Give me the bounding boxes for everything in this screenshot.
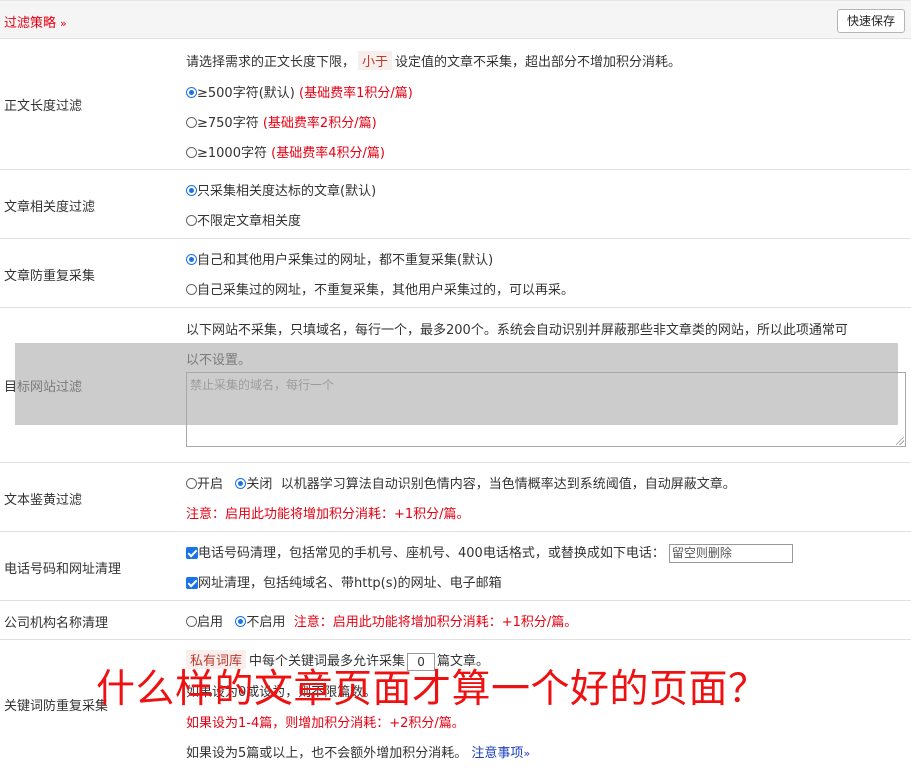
chevron-down-icon: » (523, 747, 531, 760)
dedupe-option-all[interactable]: 自己和其他用户采集过的网址，都不重复采集(默认) (186, 249, 493, 268)
relevance-option-any[interactable]: 不限定文章相关度 (186, 210, 301, 229)
blocked-domains-textarea[interactable]: 禁止采集的域名，每行一个 (186, 372, 906, 447)
row-site-filter: 目标网站过滤 以下网站不采集，只填域名，每行一个，最多200个。系统会自动识别并… (0, 308, 911, 463)
max-articles-input[interactable]: 0 (407, 652, 436, 671)
radio-relevance-strict[interactable] (186, 185, 197, 196)
radio-porn-off[interactable] (235, 478, 247, 489)
site-filter-desc-2: 以不设置。 (186, 353, 252, 368)
filter-strategy-header: 过滤策略» 快速保存 (0, 0, 911, 39)
phone-clean-checkbox[interactable] (186, 547, 198, 559)
porn-filter-note: 注意：启用此功能将增加积分消耗：+1积分/篇。 (186, 507, 470, 522)
company-label: 公司机构名称清理 (4, 616, 109, 631)
option-text: ≥1000字符 (197, 146, 267, 161)
off-text: 不启用 (246, 615, 286, 630)
chevron-down-icon[interactable]: » (60, 17, 67, 30)
desc-post: 设定值的文章不采集，超出部分不增加积分消耗。 (395, 55, 682, 70)
length-option-750[interactable]: ≥750字符 (基础费率2积分/篇) (186, 112, 377, 131)
phone-clean-text: 电话号码清理，包括常见的手机号、座机号、400电话格式，或替换成如下电话： (198, 546, 665, 561)
option-text: 自己和其他用户采集过的网址，都不重复采集(默认) (197, 253, 494, 268)
row-porn-filter: 文本鉴黄过滤 开启 关闭 以机器学习算法自动识别色情内容，当色情概率达到系统阈值… (0, 463, 911, 532)
relevance-label: 文章相关度过滤 (4, 200, 96, 215)
keyword-line-3: 如果设为1-4篇，则增加积分消耗：+2积分/篇。 (186, 716, 465, 731)
option-note: (基础费率4积分/篇) (271, 146, 385, 161)
option-note: (基础费率1积分/篇) (299, 86, 413, 101)
option-text: 只采集相关度达标的文章(默认) (197, 184, 377, 199)
option-note: (基础费率2积分/篇) (262, 116, 377, 131)
private-lexicon-tag[interactable]: 私有词库 (186, 650, 247, 669)
notes-link[interactable]: 注意事项» (471, 746, 530, 761)
phone-clean-option[interactable]: 电话号码清理，包括常见的手机号、座机号、400电话格式，或替换成如下电话： 留空则… (186, 542, 793, 563)
radio-500[interactable] (186, 87, 197, 98)
keyword-line-4: 如果设为5篇或以上，也不会额外增加积分消耗。 注意事项» (186, 742, 530, 761)
relevance-option-strict[interactable]: 只采集相关度达标的文章(默认) (186, 180, 376, 199)
radio-dedupe-all[interactable] (186, 254, 197, 265)
notes-link-text: 注意事项 (471, 746, 524, 761)
section-title-text: 过滤策略 (4, 16, 57, 31)
company-note: 注意：启用此功能将增加积分消耗：+1积分/篇。 (293, 615, 578, 630)
off-text: 关闭 (246, 477, 273, 492)
radio-company-on[interactable] (186, 616, 197, 627)
less-than-tag: 小于 (358, 51, 393, 70)
row-dedupe: 文章防重复采集 自己和其他用户采集过的网址，都不重复采集(默认) 自己采集过的网… (0, 239, 911, 308)
quick-save-button[interactable]: 快速保存 (836, 9, 905, 33)
section-title[interactable]: 过滤策略» (4, 12, 67, 31)
dedupe-option-self[interactable]: 自己采集过的网址，不重复采集，其他用户采集过的，可以再采。 (186, 279, 574, 298)
option-text: 不限定文章相关度 (197, 214, 302, 229)
length-filter-desc: 请选择需求的正文长度下限， 小于 设定值的文章不采集，超出部分不增加积分消耗。 (186, 51, 681, 70)
site-filter-desc-1: 以下网站不采集，只填域名，每行一个，最多200个。系统会自动识别并屏蔽那些非文章… (186, 323, 848, 338)
keyword-line-2: 如果设为0或设为，则不限篇数。 (186, 685, 377, 700)
keyword-dedupe-label: 关键词防重复采集 (4, 699, 109, 714)
porn-filter-desc: 以机器学习算法自动识别色情内容，当色情概率达到系统阈值，自动屏蔽文章。 (280, 477, 736, 492)
company-options: 启用 不启用 注意：启用此功能将增加积分消耗：+1积分/篇。 (186, 611, 577, 630)
radio-company-off[interactable] (235, 616, 247, 627)
porn-filter-options: 开启 关闭 以机器学习算法自动识别色情内容，当色情概率达到系统阈值，自动屏蔽文章… (186, 473, 736, 492)
radio-dedupe-self[interactable] (186, 284, 197, 295)
url-clean-option[interactable]: 网址清理，包括纯域名、带http(s)的网址、电子邮箱 (186, 572, 502, 591)
length-option-500[interactable]: ≥500字符(默认) (基础费率1积分/篇) (186, 82, 413, 101)
length-filter-label: 正文长度过滤 (4, 99, 83, 114)
radio-750[interactable] (186, 117, 197, 128)
dedupe-label: 文章防重复采集 (4, 269, 96, 284)
row-length-filter: 正文长度过滤 请选择需求的正文长度下限， 小于 设定值的文章不采集，超出部分不增加积… (0, 39, 911, 170)
url-clean-text: 网址清理，包括纯域名、带http(s)的网址、电子邮箱 (198, 576, 502, 591)
textarea-placeholder: 禁止采集的域名，每行一个 (190, 378, 335, 392)
on-text: 启用 (197, 615, 224, 630)
on-text: 开启 (197, 477, 224, 492)
keyword-line-1: 私有词库 中每个关键词最多允许采集 0 篇文章。 (186, 650, 489, 671)
row-relevance: 文章相关度过滤 只采集相关度达标的文章(默认) 不限定文章相关度 (0, 170, 911, 239)
row-phone-url: 电话号码和网址清理 电话号码清理，包括常见的手机号、座机号、400电话格式，或替… (0, 532, 911, 601)
site-filter-label: 目标网站过滤 (4, 380, 83, 395)
radio-relevance-any[interactable] (186, 215, 197, 226)
option-text: 自己采集过的网址，不重复采集，其他用户采集过的，可以再采。 (197, 283, 575, 298)
phone-url-label: 电话号码和网址清理 (4, 562, 122, 577)
option-text: ≥500字符(默认) (197, 86, 295, 101)
radio-porn-on[interactable] (186, 478, 197, 489)
radio-1000[interactable] (186, 147, 197, 158)
keyword-line4-text: 如果设为5篇或以上，也不会额外增加积分消耗。 (186, 746, 468, 761)
url-clean-checkbox[interactable] (186, 577, 198, 589)
keyword-line1-post: 篇文章。 (437, 654, 490, 669)
keyword-line1-pre: 中每个关键词最多允许采集 (249, 654, 406, 669)
replacement-phone-input[interactable]: 留空则删除 (668, 544, 793, 563)
row-company: 公司机构名称清理 启用 不启用 注意：启用此功能将增加积分消耗：+1积分/篇。 (0, 601, 911, 640)
porn-filter-label: 文本鉴黄过滤 (4, 493, 83, 508)
row-keyword-dedupe: 关键词防重复采集 私有词库 中每个关键词最多允许采集 0 篇文章。 如果设为0或设为，… (0, 640, 911, 768)
length-option-1000[interactable]: ≥1000字符 (基础费率4积分/篇) (186, 142, 385, 161)
option-text: ≥750字符 (197, 116, 259, 131)
resize-grip-icon[interactable] (896, 437, 904, 445)
desc-pre: 请选择需求的正文长度下限， (186, 55, 356, 70)
